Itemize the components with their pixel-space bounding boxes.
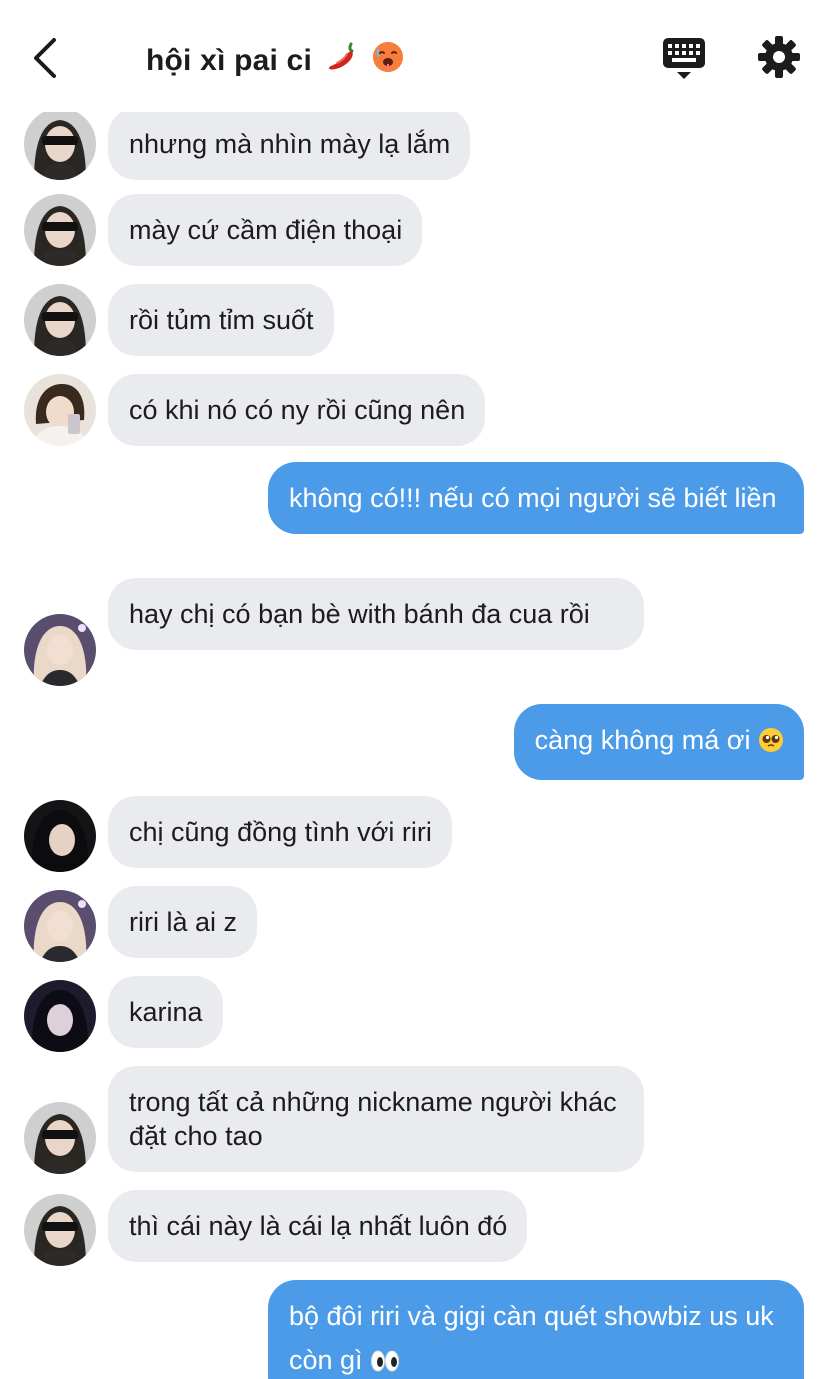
eyes-icon bbox=[370, 1342, 400, 1379]
message-bubble[interactable]: chị cũng đồng tình với riri bbox=[108, 796, 452, 868]
avatar-pink-hair-girl[interactable] bbox=[24, 614, 96, 686]
avatar-sunglasses-girl[interactable] bbox=[24, 1102, 96, 1174]
message-bubble[interactable]: rồi tủm tỉm suốt bbox=[108, 284, 334, 356]
hot-face-icon bbox=[371, 40, 405, 82]
message-list[interactable]: nhưng mà nhìn mày lạ lắm mày cứ cầm điện… bbox=[0, 0, 828, 1379]
chat-title-text: hội xì pai ci bbox=[146, 44, 312, 77]
message-bubble-outgoing[interactable]: bộ đôi riri và gigi càn quét showbiz us … bbox=[268, 1280, 804, 1379]
avatar-pink-hair-girl[interactable] bbox=[24, 890, 96, 962]
back-chevron-icon[interactable] bbox=[24, 34, 68, 82]
message-text: càng không má ơi bbox=[534, 725, 751, 755]
message-bubble[interactable]: hay chị có bạn bè with bánh đa cua rồi bbox=[108, 578, 644, 650]
gear-icon[interactable] bbox=[756, 34, 802, 80]
avatar-sunglasses-girl[interactable] bbox=[24, 108, 96, 180]
message-bubble[interactable]: thì cái này là cái lạ nhất luôn đó bbox=[108, 1190, 528, 1262]
chat-header: hội xì pai ci bbox=[0, 0, 828, 112]
message-bubble-outgoing[interactable]: không có!!! nếu có mọi người sẽ biết liề… bbox=[268, 462, 804, 534]
chili-pepper-icon bbox=[325, 40, 359, 82]
message-bubble[interactable]: mày cứ cầm điện thoại bbox=[108, 194, 423, 266]
pleading-face-icon bbox=[758, 727, 784, 761]
message-bubble[interactable]: nhưng mà nhìn mày lạ lắm bbox=[108, 108, 471, 180]
message-bubble[interactable]: có khi nó có ny rồi cũng nên bbox=[108, 374, 486, 446]
avatar-blonde-phone-girl[interactable] bbox=[24, 374, 96, 446]
avatar-dark-hair-girl[interactable] bbox=[24, 800, 96, 872]
message-text: bộ đôi riri và gigi càn quét showbiz us … bbox=[289, 1301, 782, 1375]
message-bubble[interactable]: trong tất cả những nickname người khác đ… bbox=[108, 1066, 644, 1172]
chat-title: hội xì pai ci bbox=[146, 40, 405, 82]
message-bubble[interactable]: karina bbox=[108, 976, 223, 1048]
message-bubble-outgoing[interactable]: càng không má ơi bbox=[513, 704, 804, 780]
avatar-sunglasses-girl[interactable] bbox=[24, 194, 96, 266]
avatar-sunglasses-girl[interactable] bbox=[24, 284, 96, 356]
keyboard-icon[interactable] bbox=[662, 36, 706, 80]
message-bubble[interactable]: riri là ai z bbox=[108, 886, 258, 958]
avatar-dark-hair-girl-2[interactable] bbox=[24, 980, 96, 1052]
avatar-sunglasses-girl[interactable] bbox=[24, 1194, 96, 1266]
